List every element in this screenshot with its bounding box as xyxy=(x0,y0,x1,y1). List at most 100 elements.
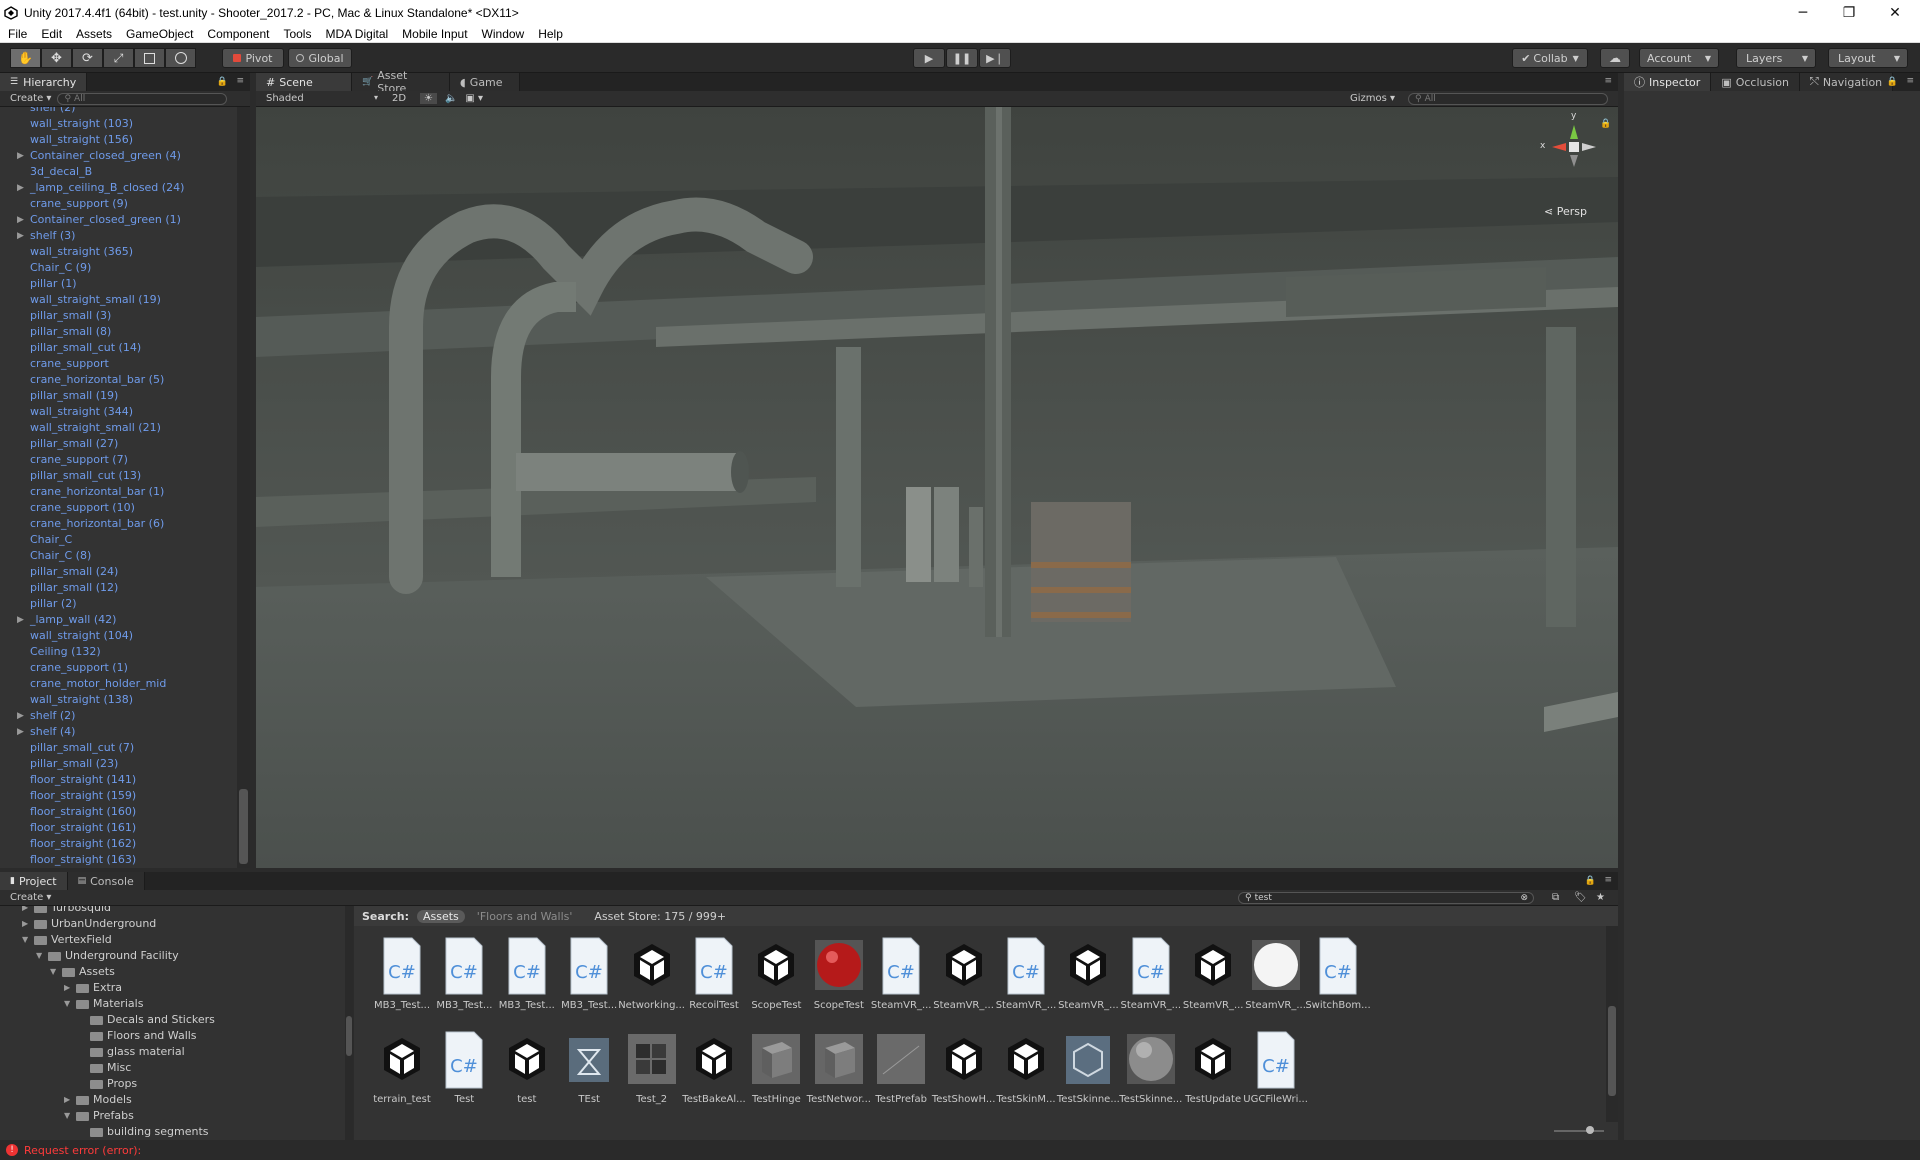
rect-tool-button[interactable] xyxy=(134,48,165,68)
menu-assets[interactable]: Assets xyxy=(68,27,118,41)
scope-assets-button[interactable]: Assets xyxy=(416,909,465,923)
menu-window[interactable]: Window xyxy=(474,27,531,41)
hierarchy-item[interactable]: crane_horizontal_bar (1) xyxy=(0,484,237,500)
projection-toggle[interactable]: ⋖ Persp xyxy=(1544,205,1587,218)
hierarchy-item[interactable]: Chair_C (9) xyxy=(0,260,237,276)
hierarchy-item[interactable]: crane_support (7) xyxy=(0,452,237,468)
hierarchy-item[interactable]: floor_straight (163) xyxy=(0,852,237,868)
hierarchy-item[interactable]: wall_straight (104) xyxy=(0,628,237,644)
hierarchy-item[interactable]: crane_horizontal_bar (5) xyxy=(0,372,237,388)
hierarchy-item[interactable]: crane_support (10) xyxy=(0,500,237,516)
hierarchy-item[interactable]: pillar_small (12) xyxy=(0,580,237,596)
hierarchy-item[interactable]: floor_straight (161) xyxy=(0,820,237,836)
hierarchy-item[interactable]: pillar_small_cut (7) xyxy=(0,740,237,756)
favorite-icon[interactable]: ★ xyxy=(1596,892,1605,903)
expand-arrow-icon[interactable]: ▼ xyxy=(64,996,70,1012)
expand-arrow-icon[interactable]: ▶ xyxy=(64,980,70,996)
menu-tools[interactable]: Tools xyxy=(275,27,317,41)
asset-scrollbar[interactable] xyxy=(1606,926,1618,1122)
expand-arrow-icon[interactable]: ▼ xyxy=(64,1108,70,1124)
effects-dropdown[interactable]: ▣ ▾ xyxy=(465,93,483,104)
project-tree-item[interactable]: Floors and Walls xyxy=(0,1028,345,1044)
asset-item[interactable]: C# UGCFileWri... xyxy=(1238,1030,1314,1110)
layout-dropdown[interactable]: Layout ▼ xyxy=(1828,48,1908,68)
hierarchy-scroll-thumb[interactable] xyxy=(239,789,248,864)
hierarchy-item[interactable]: pillar_small (19) xyxy=(0,388,237,404)
hierarchy-item[interactable]: crane_support xyxy=(0,356,237,372)
2d-toggle[interactable]: 2D xyxy=(392,93,414,104)
project-tree-item[interactable]: Misc xyxy=(0,1060,345,1076)
hierarchy-item[interactable]: pillar_small (3) xyxy=(0,308,237,324)
project-tree-item[interactable]: ▼ Underground Facility xyxy=(0,948,345,964)
scene-gizmo[interactable]: y x xyxy=(1540,111,1604,177)
filter-label-icon[interactable]: 🏷 xyxy=(1574,892,1587,903)
minimize-button[interactable]: ─ xyxy=(1780,0,1826,25)
hierarchy-item[interactable]: wall_straight (344) xyxy=(0,404,237,420)
expand-arrow-icon[interactable]: ▶ xyxy=(17,180,24,196)
menu-component[interactable]: Component xyxy=(199,27,275,41)
hierarchy-item[interactable]: Chair_C (8) xyxy=(0,548,237,564)
panel-menu-icon[interactable]: ≡ xyxy=(1604,76,1612,86)
expand-arrow-icon[interactable]: ▶ xyxy=(17,228,24,244)
menu-file[interactable]: File xyxy=(0,27,33,41)
tab-occlusion[interactable]: ▣ Occlusion xyxy=(1711,73,1800,91)
hierarchy-item[interactable]: crane_horizontal_bar (6) xyxy=(0,516,237,532)
project-tree-item[interactable]: building segments xyxy=(0,1124,345,1140)
gizmo-lock-icon[interactable]: 🔒 xyxy=(1600,119,1611,129)
hierarchy-item[interactable]: ▶ _lamp_ceiling_B_closed (24) xyxy=(0,180,237,196)
hierarchy-item[interactable]: ▶ shelf (4) xyxy=(0,724,237,740)
hierarchy-item[interactable]: crane_support (1) xyxy=(0,660,237,676)
tree-scrollbar[interactable] xyxy=(345,906,353,1140)
project-tree-item[interactable]: ▶ Extra xyxy=(0,980,345,996)
expand-arrow-icon[interactable]: ▶ xyxy=(17,212,24,228)
project-tree-item[interactable]: ▼ Assets xyxy=(0,964,345,980)
slider-handle[interactable] xyxy=(1586,1126,1594,1134)
pivot-toggle[interactable]: Pivot xyxy=(222,48,284,68)
panel-menu-icon[interactable]: ≡ xyxy=(1906,76,1914,86)
tab-console[interactable]: ▤ Console xyxy=(67,872,145,890)
hierarchy-item[interactable]: wall_straight_small (19) xyxy=(0,292,237,308)
hierarchy-item[interactable]: pillar (2) xyxy=(0,596,237,612)
scale-tool-button[interactable]: ⤢ xyxy=(103,48,134,68)
filter-type-icon[interactable]: ⧉ xyxy=(1552,892,1559,903)
expand-arrow-icon[interactable]: ▶ xyxy=(17,148,24,164)
expand-arrow-icon[interactable]: ▶ xyxy=(22,906,28,916)
project-tree-item[interactable]: Decals and Stickers xyxy=(0,1012,345,1028)
project-create-button[interactable]: Create ▾ xyxy=(10,892,51,903)
project-tree-item[interactable]: Props xyxy=(0,1076,345,1092)
menu-help[interactable]: Help xyxy=(530,27,569,41)
hierarchy-item[interactable]: wall_straight (138) xyxy=(0,692,237,708)
close-button[interactable]: ✕ xyxy=(1872,0,1918,25)
expand-arrow-icon[interactable]: ▶ xyxy=(17,612,24,628)
project-folder-tree[interactable]: ▶ Turbosquid ▶ UrbanUnderground ▼ VertexField… xyxy=(0,906,345,1140)
hierarchy-item[interactable]: pillar_small (27) xyxy=(0,436,237,452)
shading-dropdown[interactable]: Shaded ▾ xyxy=(256,93,382,104)
tab-asset-store[interactable]: 🛒 Asset Store xyxy=(352,69,450,95)
hierarchy-item[interactable]: pillar_small_cut (14) xyxy=(0,340,237,356)
project-tree-item[interactable]: ▶ Turbosquid xyxy=(0,906,345,916)
move-tool-button[interactable]: ✥ xyxy=(41,48,72,68)
hierarchy-scrollbar[interactable] xyxy=(237,107,250,868)
scene-search-input[interactable]: ⚲ All xyxy=(1408,92,1608,105)
hierarchy-item[interactable]: floor_straight (160) xyxy=(0,804,237,820)
hand-tool-button[interactable]: ✋ xyxy=(10,48,41,68)
asset-scroll-thumb[interactable] xyxy=(1608,1006,1616,1096)
gizmos-dropdown[interactable]: Gizmos ▾ xyxy=(1350,93,1395,104)
hierarchy-item[interactable]: pillar_small (24) xyxy=(0,564,237,580)
lock-icon[interactable]: 🔒 xyxy=(217,77,228,87)
status-bar[interactable]: ! Request error (error): xyxy=(0,1140,1920,1160)
audio-toggle[interactable]: 🔈 xyxy=(445,93,457,104)
menu-mda-digital[interactable]: MDA Digital xyxy=(317,27,394,41)
tab-project[interactable]: ▮ Project xyxy=(0,872,68,890)
hierarchy-item[interactable]: Ceiling (132) xyxy=(0,644,237,660)
project-tree-item[interactable]: ▼ Materials xyxy=(0,996,345,1012)
hierarchy-item[interactable]: wall_straight_small (21) xyxy=(0,420,237,436)
tab-scene[interactable]: # Scene xyxy=(256,73,352,91)
global-toggle[interactable]: Global xyxy=(288,48,352,68)
tree-scroll-thumb[interactable] xyxy=(346,1016,352,1056)
tab-hierarchy[interactable]: ☰ Hierarchy xyxy=(0,73,88,91)
hierarchy-item[interactable]: wall_straight (103) xyxy=(0,116,237,132)
panel-menu-icon[interactable]: ≡ xyxy=(1604,875,1612,885)
project-tree-item[interactable]: glass material xyxy=(0,1044,345,1060)
expand-arrow-icon[interactable]: ▶ xyxy=(17,724,24,740)
